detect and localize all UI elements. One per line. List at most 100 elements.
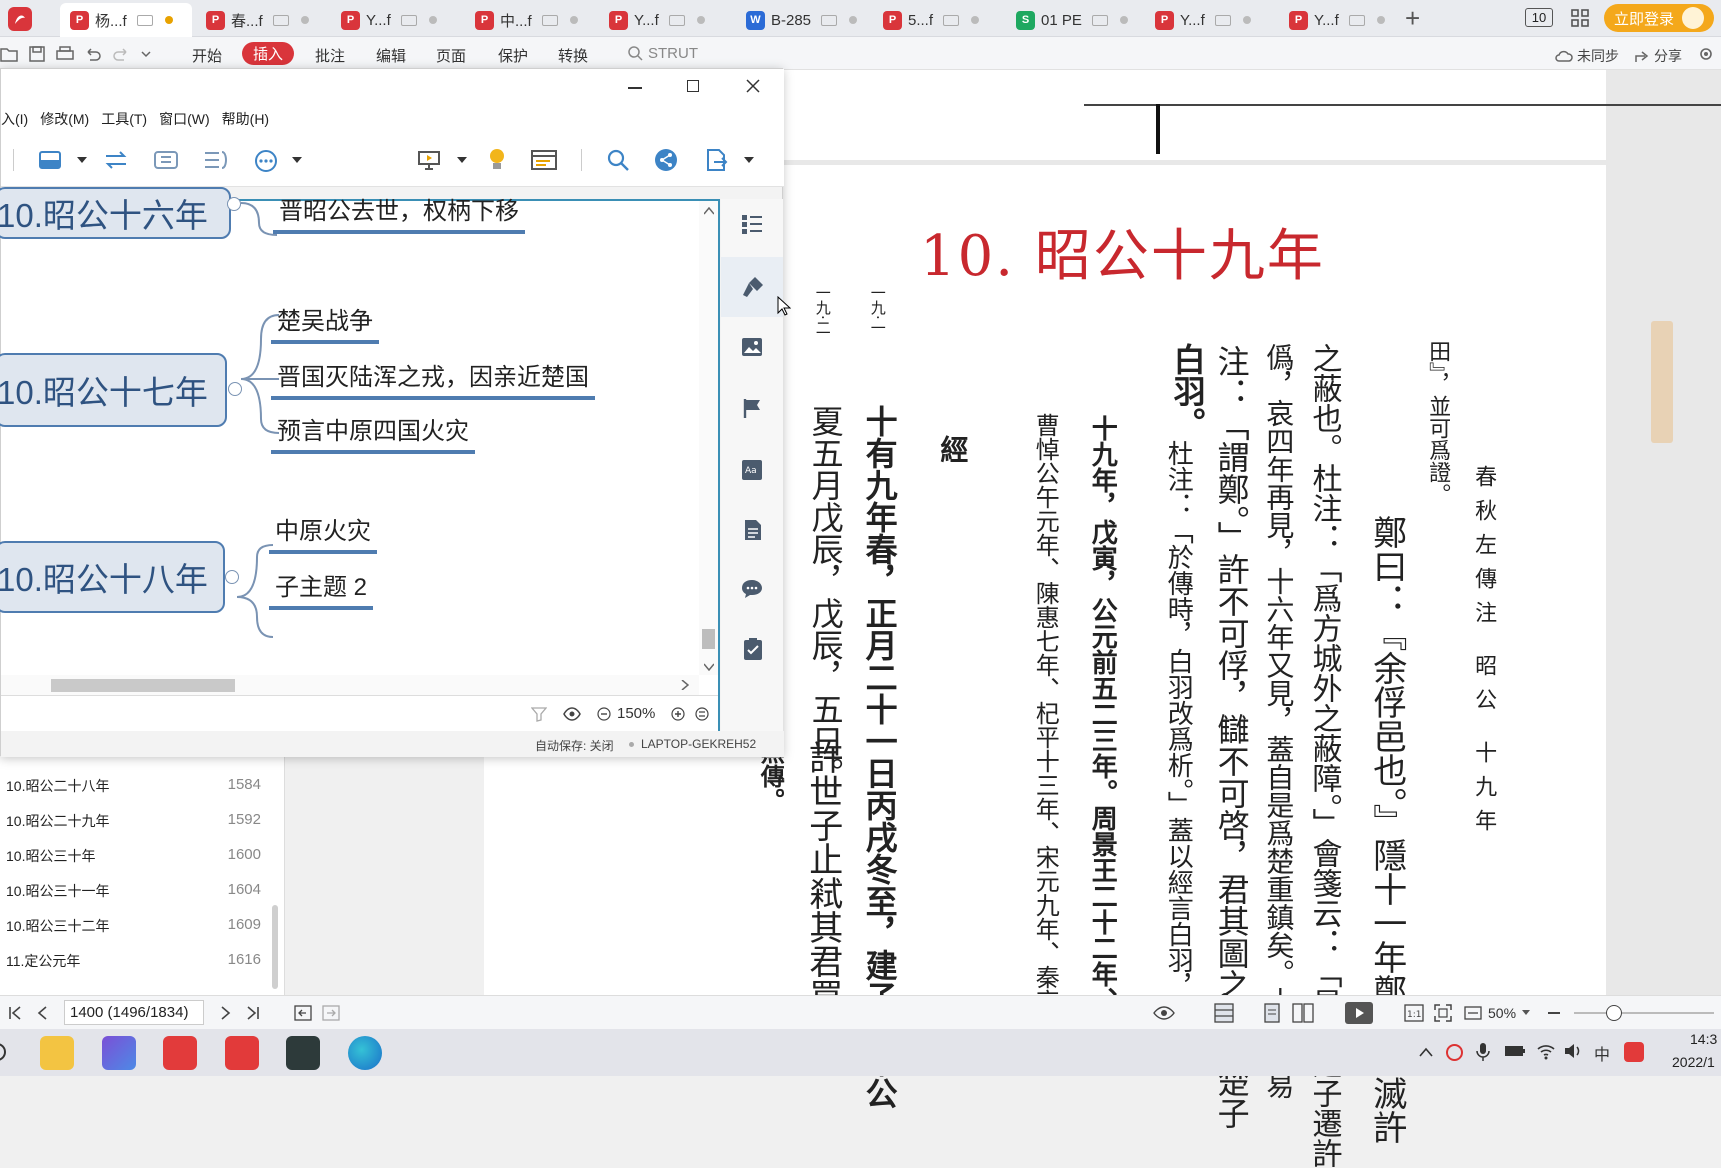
boundary-icon[interactable]	[153, 149, 179, 171]
zoom-dropdown-icon[interactable]	[1522, 1010, 1530, 1016]
outline-scrollbar[interactable]	[272, 905, 278, 989]
microphone-icon[interactable]	[1476, 1042, 1490, 1062]
new-tab-icon[interactable]: +	[1405, 5, 1420, 31]
tray-chevron-icon[interactable]	[1419, 1047, 1433, 1057]
prev-page-icon[interactable]	[36, 1006, 48, 1020]
edge-browser-icon[interactable]	[348, 1036, 382, 1070]
tab-annotate[interactable]: 批注	[315, 45, 345, 66]
topic-node-16[interactable]: 10.昭公十六年	[0, 187, 231, 239]
horizontal-scrollbar[interactable]	[1, 675, 699, 695]
zoom-out-icon[interactable]	[597, 707, 611, 721]
login-button[interactable]: 立即登录	[1604, 4, 1714, 32]
topic-style-icon[interactable]	[39, 149, 63, 171]
search-circle-icon[interactable]	[0, 1043, 6, 1061]
tab-status-dot[interactable]	[1242, 16, 1251, 24]
share-button[interactable]: 分享	[1634, 46, 1682, 66]
tab-protect[interactable]: 保护	[498, 45, 528, 66]
document-tab[interactable]: P Y...f	[1145, 3, 1277, 37]
menu-item[interactable]: 帮助(H)	[222, 109, 269, 129]
menu-item[interactable]: 窗口(W)	[159, 109, 210, 129]
outline-item[interactable]: 11.定公元年 1616	[6, 951, 261, 971]
document-tab[interactable]: W B-285	[736, 3, 868, 37]
notes-icon[interactable]	[743, 519, 763, 541]
clock-time[interactable]: 14:3	[1690, 1031, 1717, 1047]
summary-icon[interactable]	[203, 149, 229, 171]
sticker-text-icon[interactable]: Aa	[741, 459, 763, 481]
record-stop-icon[interactable]	[1446, 1044, 1463, 1061]
outline-list-icon[interactable]	[741, 213, 763, 235]
tab-convert[interactable]: 转换	[558, 45, 588, 66]
subtopic-17-3[interactable]: 预言中原四国火灾	[271, 411, 475, 454]
next-page-icon[interactable]	[220, 1006, 232, 1020]
zoom-percent[interactable]: 50%	[1488, 1005, 1516, 1021]
comment-icon[interactable]	[741, 579, 763, 599]
ime-indicator[interactable]: 中	[1594, 1041, 1610, 1065]
folder-icon[interactable]	[0, 46, 18, 62]
print-icon[interactable]	[56, 46, 74, 62]
collapse-toggle[interactable]	[228, 382, 242, 396]
page-number-input[interactable]: 1400 (1496/1834)	[64, 1000, 204, 1025]
document-tab[interactable]: P 杨...f	[60, 3, 192, 37]
tab-status-dot[interactable]	[300, 16, 309, 24]
fit-width-icon[interactable]	[1464, 1004, 1482, 1022]
mindmap-canvas[interactable]: 10.昭公十六年 晋昭公去世，权柄下移 10.昭公十七年 楚吴战争 晋国灭陆浑之…	[0, 187, 720, 731]
outline-item[interactable]: 10.昭公三十一年 1604	[6, 881, 261, 901]
tab-status-dot[interactable]	[696, 16, 705, 24]
volume-icon[interactable]	[1564, 1043, 1584, 1059]
more-icon[interactable]	[254, 149, 278, 173]
tab-status-dot[interactable]	[1376, 16, 1385, 24]
battery-icon[interactable]	[1504, 1045, 1526, 1057]
last-page-icon[interactable]	[246, 1006, 260, 1020]
play-slideshow-icon[interactable]	[1344, 1001, 1374, 1025]
page-count-badge[interactable]: 10	[1525, 8, 1553, 27]
menu-item[interactable]: 入(I)	[1, 109, 28, 129]
share-icon[interactable]	[654, 148, 678, 172]
actual-size-icon[interactable]: 1:1	[1404, 1004, 1424, 1022]
more-dropdown-icon[interactable]	[140, 46, 152, 62]
task-clipboard-icon[interactable]	[743, 637, 763, 661]
menu-item[interactable]: 工具(T)	[101, 109, 147, 129]
outline-item[interactable]: 10.昭公二十八年 1584	[6, 776, 261, 796]
collapse-toggle[interactable]	[225, 570, 239, 584]
close-button[interactable]	[746, 79, 760, 93]
image-icon[interactable]	[741, 337, 763, 357]
settings-icon[interactable]	[1698, 46, 1714, 62]
xmind-app-icon[interactable]	[163, 1036, 197, 1070]
back-icon[interactable]	[294, 1005, 312, 1021]
zoom-slider[interactable]	[1574, 1005, 1714, 1021]
save-icon[interactable]	[28, 46, 46, 62]
document-tab[interactable]: P Y...f	[1279, 3, 1399, 37]
continuous-page-icon[interactable]	[1213, 1003, 1235, 1023]
wps-app-icon[interactable]	[225, 1036, 259, 1070]
outline-item[interactable]: 10.昭公三十二年 1609	[6, 916, 261, 936]
tab-status-dot[interactable]	[164, 16, 173, 24]
menu-item[interactable]: 修改(M)	[40, 109, 89, 129]
first-page-icon[interactable]	[8, 1006, 22, 1020]
outline-item[interactable]: 10.昭公三十年 1600	[6, 846, 261, 866]
fit-view-icon[interactable]	[695, 707, 709, 721]
grid-view-icon[interactable]	[1570, 8, 1590, 28]
subtopic-16-1[interactable]: 晋昭公去世，权柄下移	[273, 191, 525, 234]
tab-status-dot[interactable]	[849, 16, 858, 24]
ribbon-search[interactable]: STRUT	[628, 45, 698, 62]
document-tab[interactable]: P 春...f	[196, 3, 328, 37]
minimize-button[interactable]	[628, 87, 642, 89]
search-icon[interactable]	[606, 148, 630, 172]
subtopic-17-1[interactable]: 楚吴战争	[271, 301, 379, 344]
undo-icon[interactable]	[84, 46, 102, 62]
document-tab[interactable]: S 01 PE	[1006, 3, 1138, 37]
marker-flag-icon[interactable]	[741, 397, 763, 419]
relationship-icon[interactable]	[103, 149, 129, 171]
more-dropdown-icon[interactable]	[292, 157, 302, 165]
zoom-slider-handle[interactable]	[1606, 1005, 1622, 1021]
wifi-icon[interactable]	[1536, 1042, 1556, 1060]
export-dropdown-icon[interactable]	[744, 157, 754, 165]
subtopic-18-2[interactable]: 子主题 2	[269, 567, 374, 610]
presentation-dropdown-icon[interactable]	[457, 157, 467, 165]
topic-dropdown-icon[interactable]	[77, 157, 87, 165]
zoom-in-icon[interactable]	[671, 707, 685, 721]
redo-icon[interactable]	[112, 46, 130, 62]
wps-tray-icon[interactable]	[1624, 1042, 1644, 1062]
autosave-status[interactable]: 自动保存: 关闭	[535, 737, 614, 754]
sync-status[interactable]: 未同步	[1555, 46, 1619, 66]
